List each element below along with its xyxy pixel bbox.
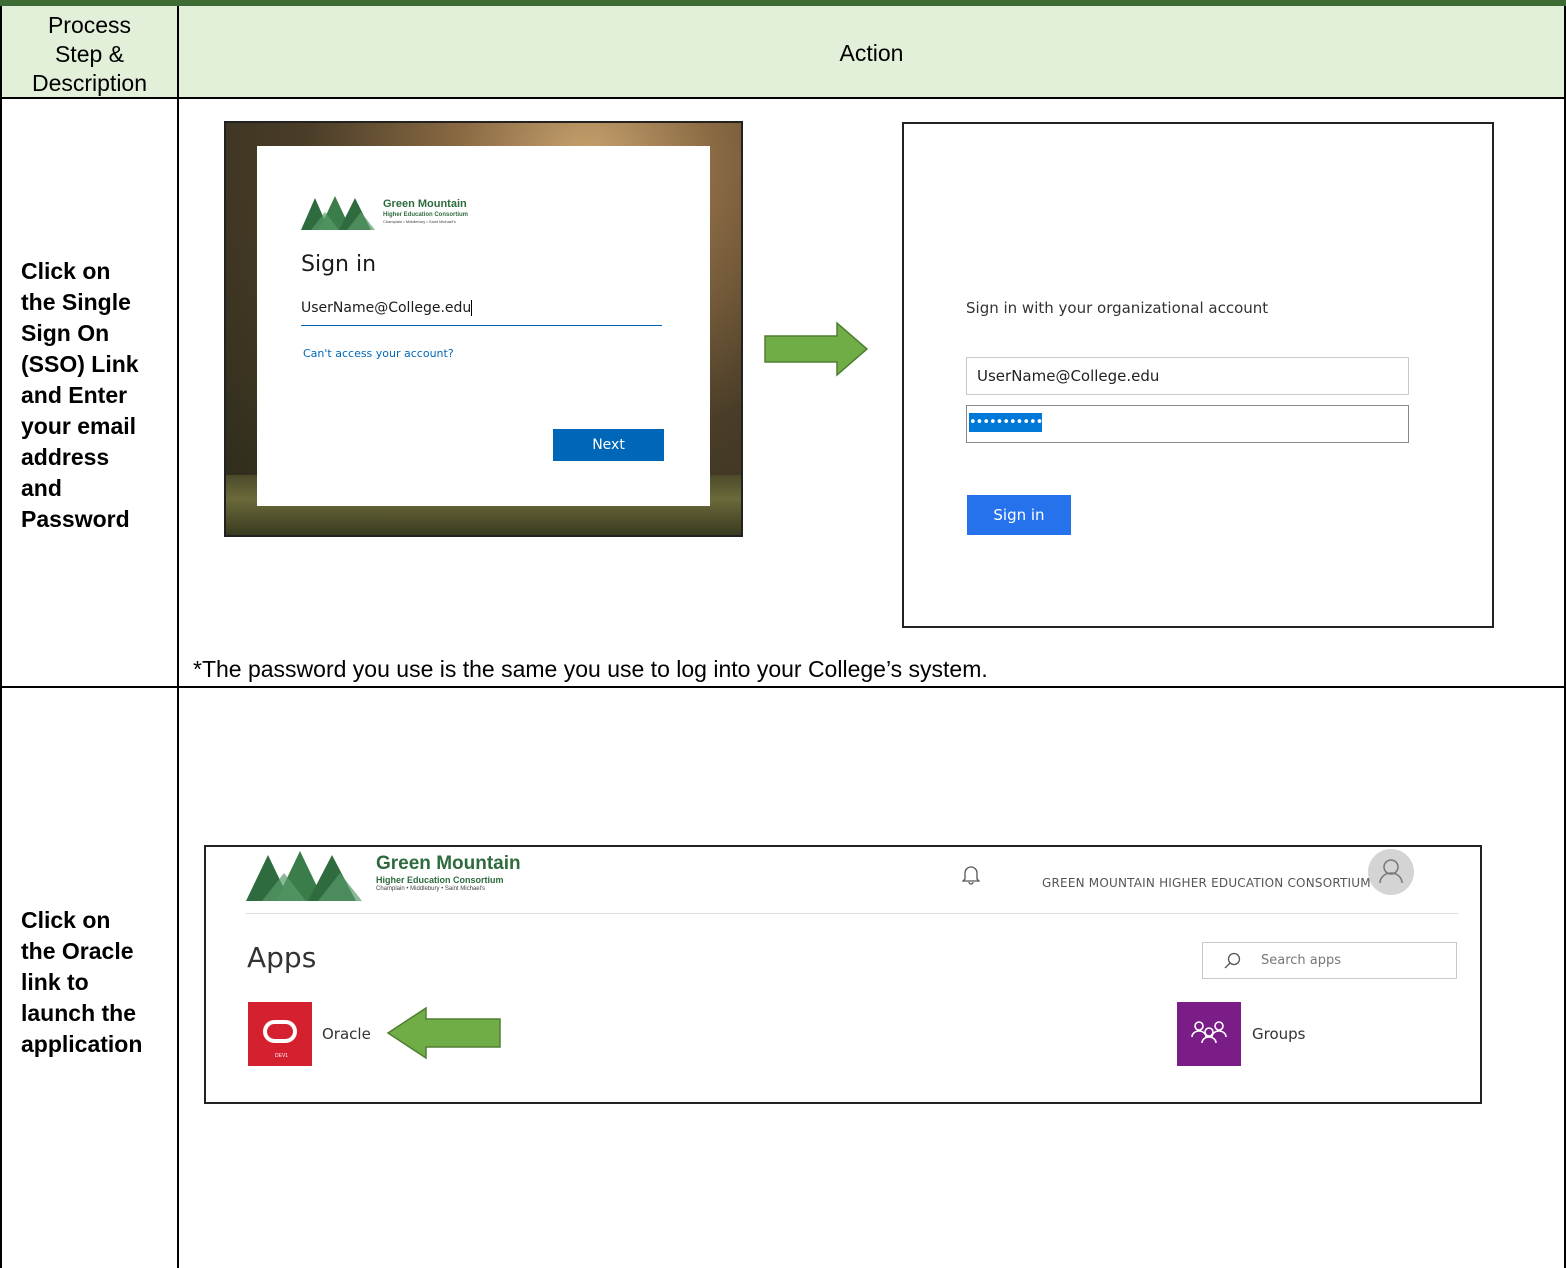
header-divider [246, 913, 1458, 914]
password-field[interactable]: ••••••••••• [966, 405, 1409, 443]
oracle-app-link[interactable]: Oracle [322, 1025, 371, 1043]
arrow-left-icon [386, 1006, 501, 1060]
groups-app-tile[interactable] [1177, 1002, 1241, 1066]
step-description-sso: Click on the Single Sign On (SSO) Link a… [21, 258, 139, 532]
logo-members: Champlain • Middlebury • Saint Michael's [383, 219, 456, 224]
arrow-right-icon [764, 321, 869, 377]
step-description-oracle: Click on the Oracle link to launch the a… [21, 907, 143, 1057]
email-input[interactable]: UserName@College.edu [301, 298, 662, 326]
org-signin-heading: Sign in with your organizational account [966, 299, 1269, 317]
user-icon [1379, 859, 1403, 884]
header-process-step: Process Step & Description [31, 12, 148, 96]
next-button[interactable]: Next [553, 429, 664, 461]
table-border-left [0, 6, 2, 1268]
username-field[interactable]: UserName@College.edu [966, 357, 1409, 395]
groups-icon [1191, 1021, 1227, 1044]
search-placeholder: Search apps [1261, 953, 1342, 968]
screenshot-apps-portal: Green Mountain Higher Education Consorti… [204, 845, 1482, 1104]
logo-name: Green Mountain [383, 198, 467, 210]
signin-button[interactable]: Sign in [967, 495, 1071, 535]
search-icon [1224, 952, 1241, 969]
logo-tagline: Higher Education Consortium [383, 212, 469, 218]
green-mountain-logo-icon [246, 851, 362, 901]
notification-bell-icon[interactable] [962, 865, 980, 885]
screenshot-signin: Green Mountain Higher Education Consorti… [224, 121, 743, 537]
avatar[interactable] [1368, 849, 1414, 895]
table-header-divider [0, 97, 1566, 99]
logo-members: Champlain • Middlebury • Saint Michael's [376, 886, 486, 892]
oracle-tile-badge: DEV1 [275, 1053, 289, 1059]
search-apps-input[interactable]: Search apps [1202, 942, 1457, 979]
screenshot-org-signin: Sign in with your organizational account… [902, 122, 1494, 628]
signin-title: Sign in [301, 252, 377, 277]
table-row-divider [0, 686, 1566, 688]
groups-app-link[interactable]: Groups [1252, 1025, 1305, 1043]
header-action: Action [839, 40, 904, 66]
org-name: GREEN MOUNTAIN HIGHER EDUCATION CONSORTI… [1042, 876, 1371, 890]
oracle-app-tile[interactable]: DEV1 [248, 1002, 312, 1066]
logo-tagline: Higher Education Consortium [376, 875, 504, 885]
password-note: *The password you use is the same you us… [193, 656, 988, 682]
table-column-divider [177, 6, 179, 1268]
signin-card: Green Mountain Higher Education Consorti… [257, 146, 710, 506]
green-mountain-logo-icon [301, 196, 375, 230]
apps-title: Apps [247, 941, 317, 974]
logo-name: Green Mountain [376, 853, 521, 874]
cant-access-link[interactable]: Can't access your account? [303, 347, 454, 360]
